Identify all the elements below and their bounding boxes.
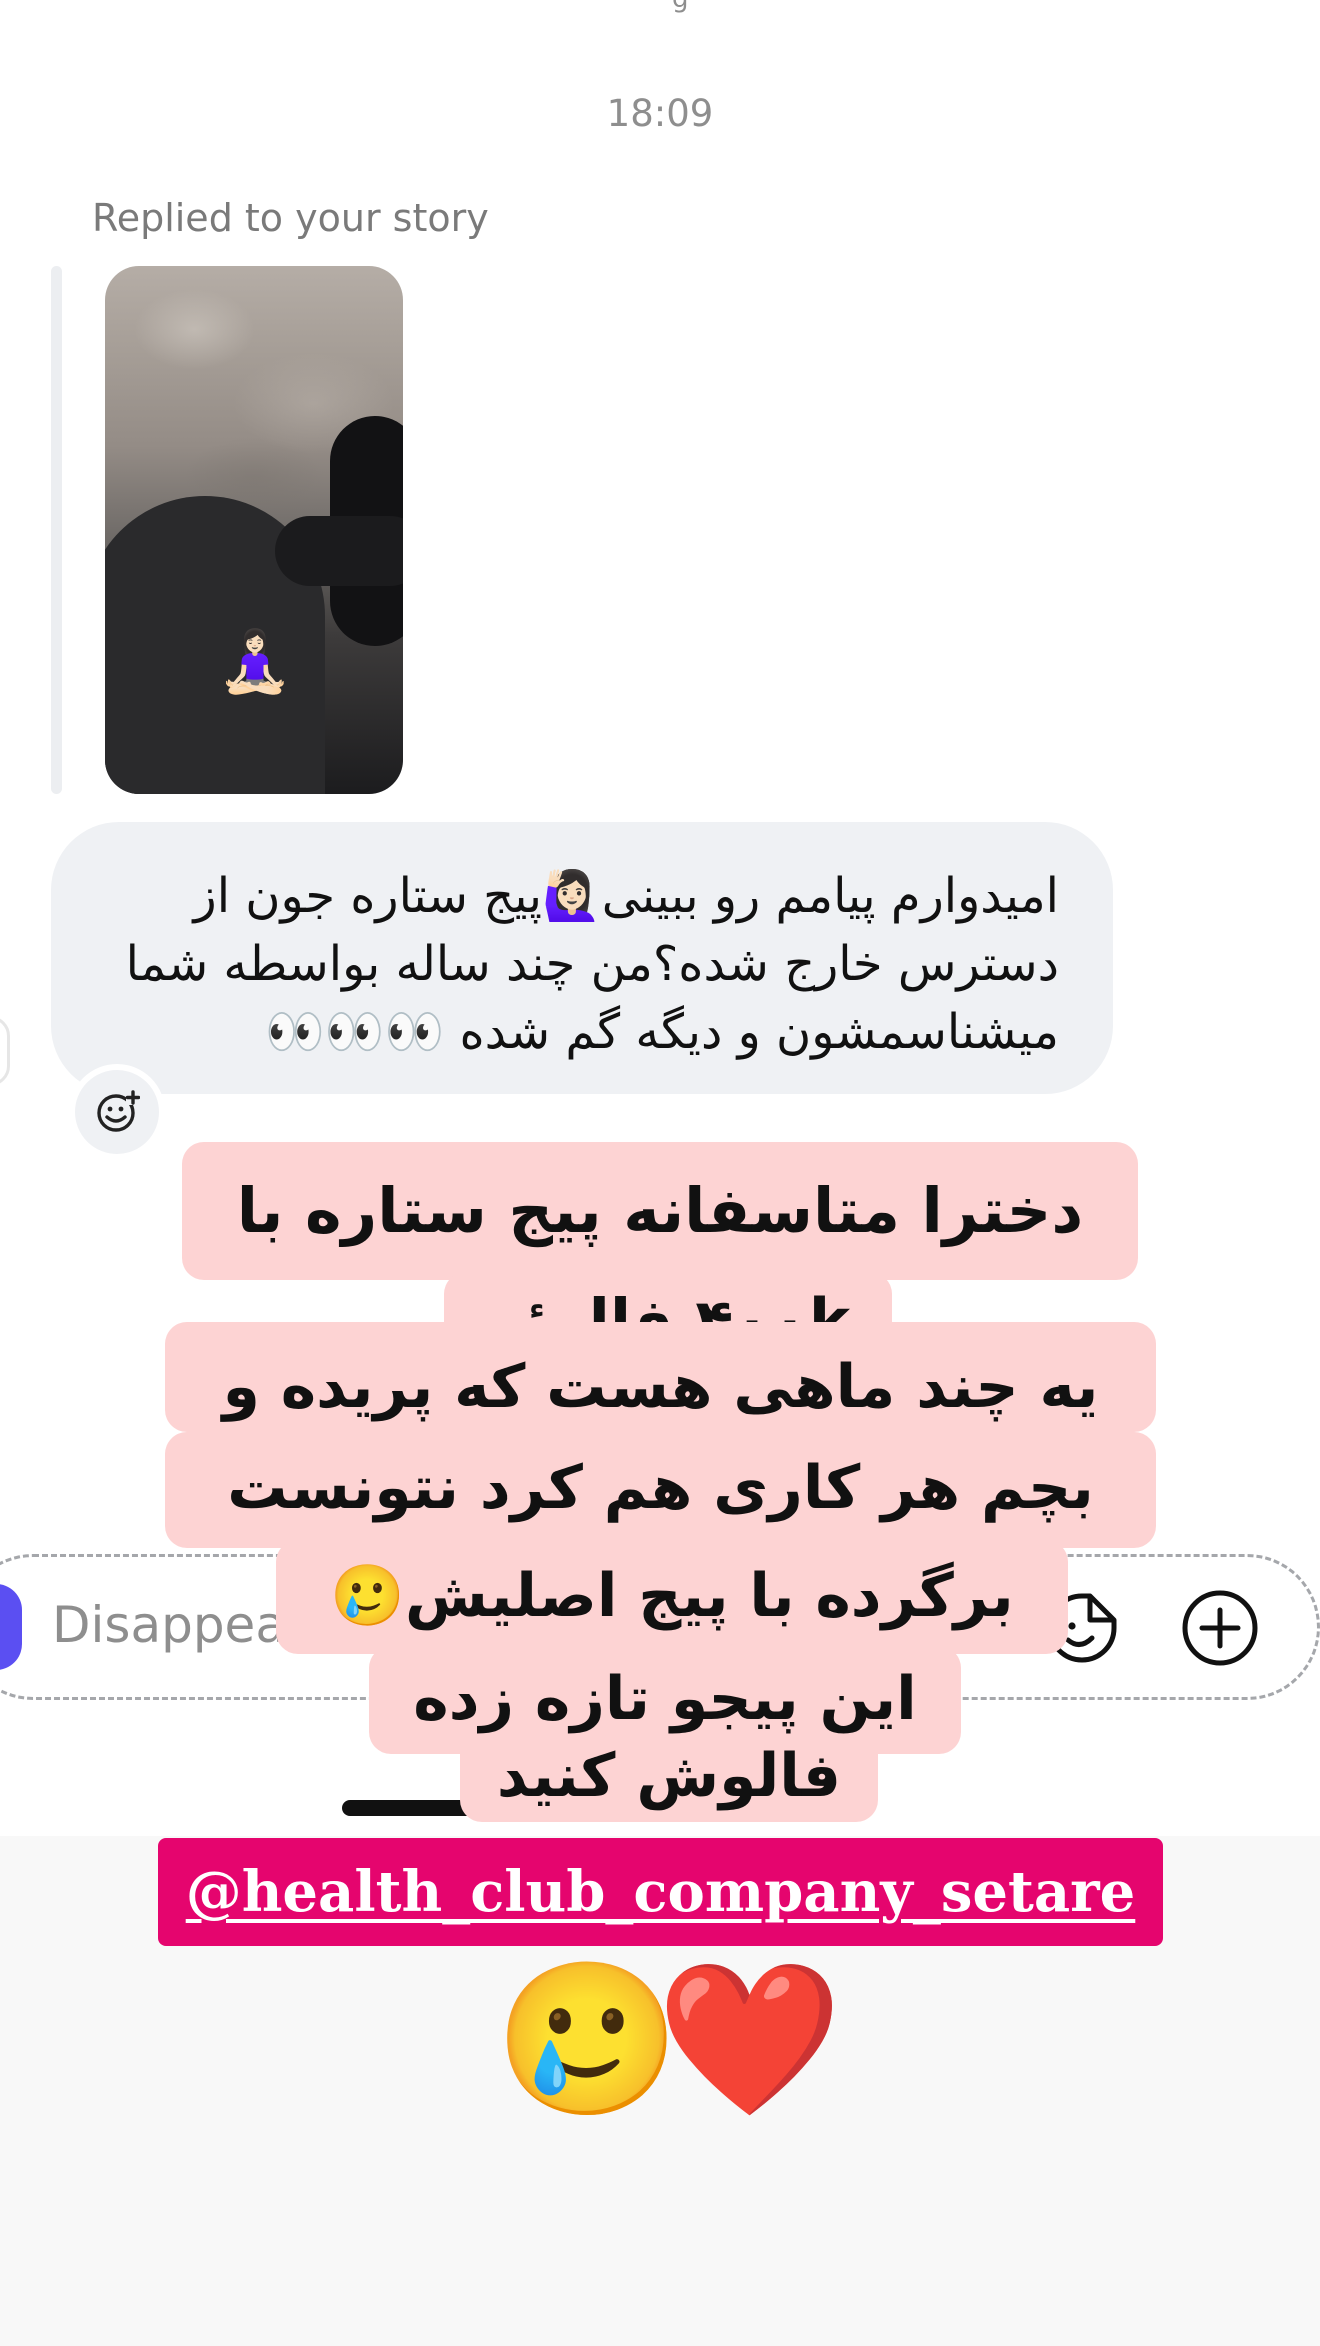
message-bubble[interactable]: امیدوارم پیامم رو ببینی🙋🏻‍♀️پیج ستاره جو… (51, 822, 1113, 1094)
message-line: دسترس خارج شده؟من چند ساله بواسطه شما (125, 936, 1059, 992)
add-attachment-button[interactable] (1178, 1586, 1262, 1670)
story-thumbnail[interactable]: 🧘🏻‍♀️ (105, 266, 403, 794)
caption-line: بچم هر کاری هم کرد نتونست (165, 1432, 1156, 1548)
replied-to-story-label: Replied to your story (92, 196, 489, 240)
reply-quote-bar (51, 266, 62, 794)
message-line: امیدوارم پیامم رو ببینی🙋🏻‍♀️پیج ستاره جو… (193, 868, 1059, 924)
story-machine-bar (275, 516, 403, 586)
mention-tag[interactable]: @health_club_company_setare (158, 1838, 1163, 1946)
clipped-text-top: g (0, 0, 1320, 16)
sad-smile-emoji: 🥲 (494, 1953, 681, 2127)
smiley-plus-icon (97, 1090, 140, 1132)
red-heart-emoji: ❤️ (656, 1953, 843, 2127)
plus-circle-icon (1182, 1590, 1258, 1666)
caption-line: دخترا متاسفانه پیج ستاره با (182, 1142, 1138, 1280)
add-reaction-button[interactable] (69, 1064, 165, 1160)
message-line: میشناسمشون و دیگه گم شده 👀👀👀 (264, 1004, 1059, 1060)
caption-line: این پیجو تازه زده (369, 1646, 961, 1754)
caption-line: فالوش کنید (460, 1746, 878, 1822)
yoga-emoji-sticker: 🧘🏻‍♀️ (217, 627, 293, 697)
caption-line: برگرده با پیج اصلیش🥲 (276, 1540, 1068, 1654)
message-timestamp: 18:09 (606, 92, 714, 135)
sender-avatar[interactable] (0, 1016, 10, 1086)
caption-line: یه چند ماهی هست که پریده و (165, 1322, 1156, 1432)
